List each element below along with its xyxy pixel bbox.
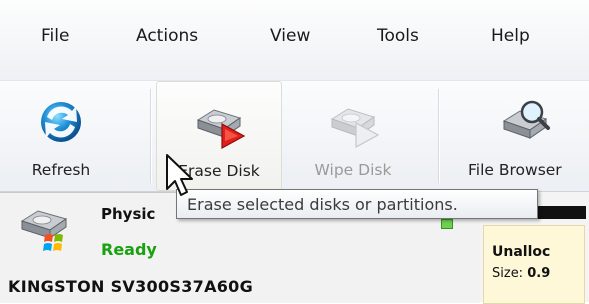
status-indicator <box>441 219 453 229</box>
disk-type-label: Physic <box>101 205 156 223</box>
disk-status-text: Ready <box>101 240 157 259</box>
erase-disk-icon <box>196 109 246 150</box>
wipe-disk-label: Wipe Disk <box>314 161 392 179</box>
file-browser-label: File Browser <box>468 161 562 179</box>
mouse-cursor-icon <box>166 154 193 196</box>
file-browser-button[interactable]: File Browser <box>462 81 589 191</box>
menu-file[interactable]: File <box>41 26 69 46</box>
menu-bar: File Actions View Tools Help <box>0 0 589 81</box>
partition-size-label: Size: <box>492 266 524 281</box>
hard-disk-windows-icon <box>20 210 68 251</box>
toolbar-separator <box>438 89 440 183</box>
toolbar: Refresh Erase Disk Wipe Disk File Browse… <box>0 81 589 192</box>
menu-view[interactable]: View <box>270 26 310 46</box>
menu-tools[interactable]: Tools <box>377 26 419 46</box>
partition-size: Size: 0.9 <box>492 266 550 281</box>
disk-model-text: KINGSTON SV300S37A60G <box>8 277 254 296</box>
tooltip-text: Erase selected disks or partitions. <box>187 195 458 214</box>
toolbar-separator <box>150 89 152 183</box>
wipe-disk-button[interactable]: Wipe Disk <box>296 81 410 191</box>
menu-help[interactable]: Help <box>491 26 530 46</box>
file-browser-icon <box>502 100 550 139</box>
tooltip: Erase selected disks or partitions. <box>176 189 538 219</box>
partition-size-value: 0.9 <box>527 266 551 281</box>
partition-block[interactable]: Unalloc Size: 0.9 <box>483 225 585 304</box>
partition-type-text: Unalloc <box>492 244 551 260</box>
refresh-label: Refresh <box>31 161 91 179</box>
menu-actions[interactable]: Actions <box>136 26 198 46</box>
refresh-button[interactable]: Refresh <box>10 81 112 191</box>
refresh-icon <box>41 102 81 142</box>
wipe-disk-icon <box>330 108 380 149</box>
